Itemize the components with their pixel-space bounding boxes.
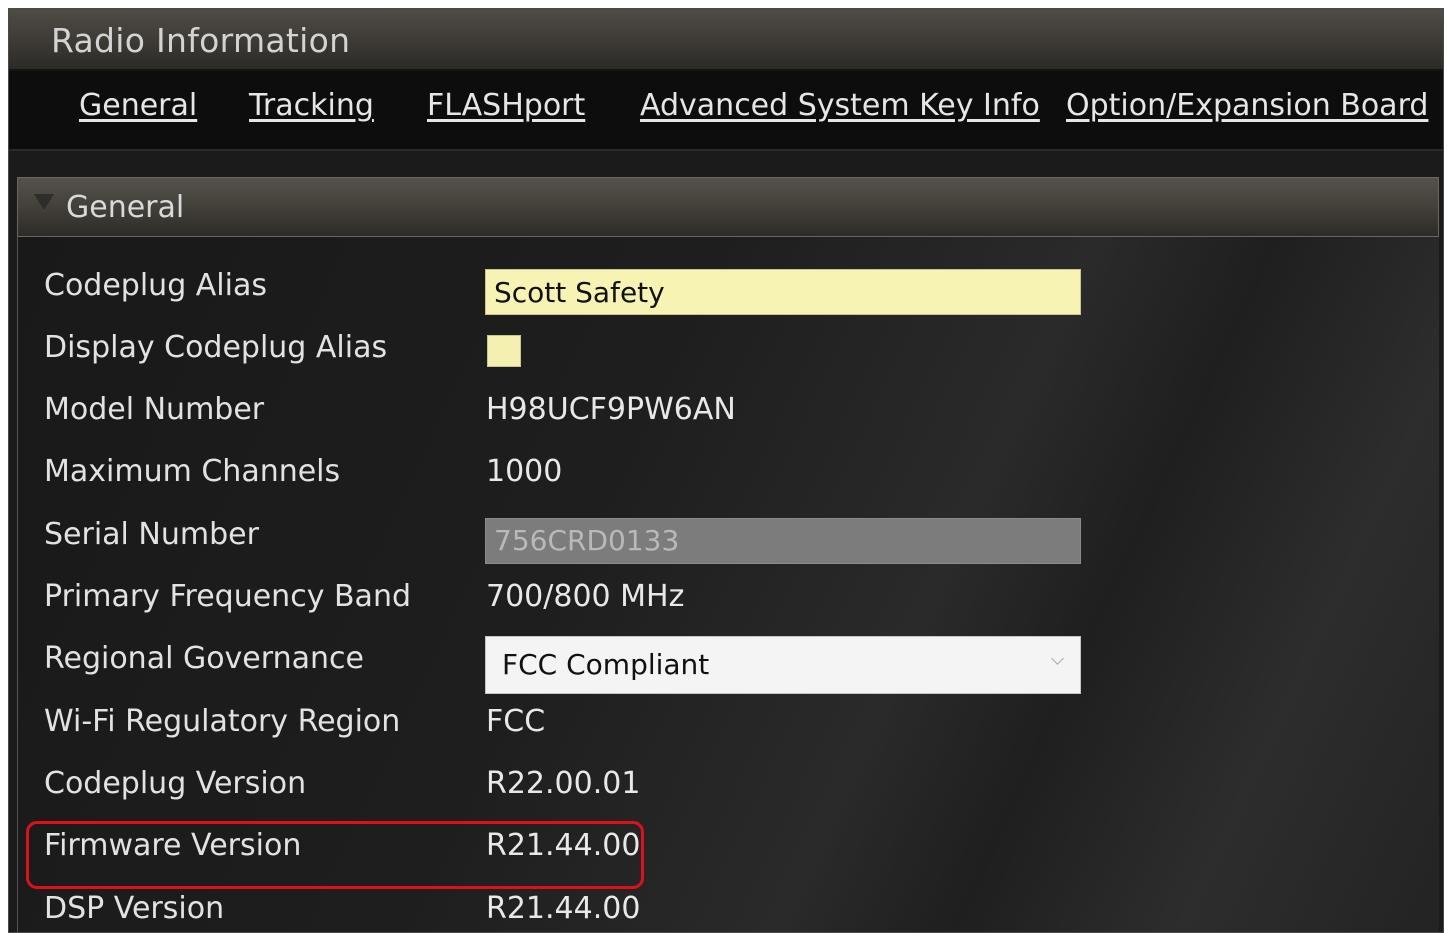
primary-frequency-band-label: Primary Frequency Band [44,579,412,614]
tab-option-expansion-board[interactable]: Option/Expansion Board [1066,88,1428,123]
model-number-label: Model Number [44,392,265,427]
firmware-version-label: Firmware Version [44,828,302,863]
codeplug-version-value: R22.00.01 [486,766,641,801]
section-title: General [66,190,185,225]
tab-advanced-system-key-info[interactable]: Advanced System Key Info [640,88,1040,123]
wifi-regulatory-region-label: Wi-Fi Regulatory Region [44,704,401,739]
regional-governance-label: Regional Governance [44,641,364,676]
radio-information-window: Radio Information General Tracking FLASH… [8,8,1444,933]
tab-bar: General Tracking FLASHport Advanced Syst… [9,71,1443,151]
regional-governance-select[interactable]: FCC Compliant [485,636,1081,694]
firmware-version-value: R21.44.00 [486,828,641,863]
codeplug-alias-input[interactable] [485,269,1081,315]
dsp-version-label: DSP Version [44,891,225,926]
window-title: Radio Information [51,21,351,60]
general-section-header[interactable]: General [17,177,1439,237]
maximum-channels-value: 1000 [486,454,563,489]
display-codeplug-alias-label: Display Codeplug Alias [44,330,388,365]
model-number-value: H98UCF9PW6AN [486,392,736,427]
serial-number-field: 756CRD0133 [485,518,1081,564]
dsp-version-value: R21.44.00 [486,891,641,926]
codeplug-version-label: Codeplug Version [44,766,307,801]
chevron-down-icon [1051,652,1064,665]
general-section-content: Codeplug Alias Display Codeplug Alias Mo… [17,237,1439,932]
serial-number-label: Serial Number [44,517,259,552]
window-titlebar: Radio Information [9,9,1443,71]
tab-general[interactable]: General [79,88,197,123]
maximum-channels-label: Maximum Channels [44,454,341,489]
tab-tracking[interactable]: Tracking [249,88,374,123]
tab-flashport[interactable]: FLASHport [427,88,585,123]
wifi-regulatory-region-value: FCC [486,704,546,739]
display-codeplug-alias-checkbox[interactable] [487,335,521,367]
regional-governance-selected-value: FCC Compliant [502,648,710,681]
primary-frequency-band-value: 700/800 MHz [486,579,685,614]
collapse-triangle-icon[interactable] [34,194,54,210]
codeplug-alias-label: Codeplug Alias [44,268,267,303]
